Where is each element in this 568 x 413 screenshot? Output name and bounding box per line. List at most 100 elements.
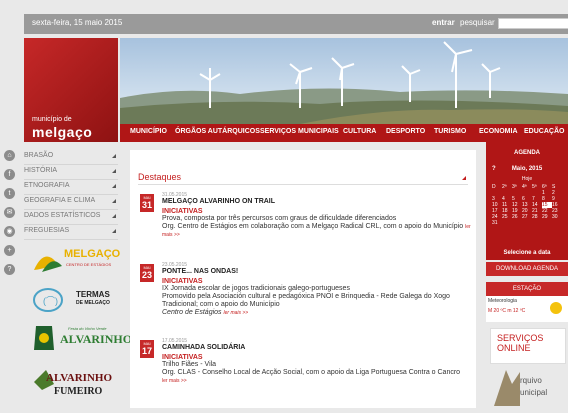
calendar-day[interactable]: 25	[502, 214, 512, 220]
news-text: Prova, composta por três percursos com g…	[162, 215, 397, 222]
arrow-icon	[112, 214, 116, 218]
partner-sub: DE MELGAÇO	[76, 300, 110, 306]
social-icons: ⌂ f t ✉ ◉ + ?	[4, 150, 18, 283]
logo[interactable]: município de melgaço	[24, 38, 118, 142]
partner-name: ALVARINHO	[60, 332, 133, 346]
sidebar-item-historia[interactable]: HISTÓRIA	[24, 165, 118, 180]
partner-logos: MELGAÇO CENTRO DE ESTÁGIOS (⌒) TERMAS DE…	[24, 240, 132, 400]
rss-icon[interactable]: ◉	[4, 226, 15, 237]
arrow-icon	[112, 154, 116, 158]
facebook-icon[interactable]: f	[4, 169, 15, 180]
weather-temps: M 20 ºC m 12 ºC	[488, 308, 526, 314]
sidebar-item-dados[interactable]: DADOS ESTATÍSTICOS	[24, 210, 118, 225]
news-title[interactable]: MELGAÇO ALVARINHO ON TRAIL	[162, 198, 472, 205]
section-heading: Destaques	[138, 172, 182, 182]
news-text: Trilho Fiães - Vila	[162, 361, 217, 368]
calendar-month: ? Maio, 2015	[486, 166, 568, 172]
logo-title: melgaço	[32, 124, 93, 140]
arquivo-line1: rquivo	[520, 376, 542, 385]
news-text: Centro de Estágios ler mais >>	[162, 309, 472, 317]
read-more-link[interactable]: ler mais >>	[224, 310, 249, 316]
share-icon[interactable]: +	[4, 245, 15, 256]
arrow-icon	[112, 169, 116, 173]
servicos-line1: SERVIÇOS	[497, 333, 544, 343]
news-title[interactable]: PONTE... NAS ONDAS!	[162, 268, 472, 275]
current-date: sexta-feira, 15 maio 2015	[32, 18, 123, 27]
today-button[interactable]: Hoje	[486, 176, 568, 182]
partner-sub: CENTRO DE ESTÁGIOS	[66, 262, 112, 267]
news-title[interactable]: CAMINHADA SOLIDÁRIA	[162, 344, 472, 351]
partner-melgaco-centro[interactable]: MELGAÇO CENTRO DE ESTÁGIOS	[24, 240, 121, 280]
sun-icon	[550, 302, 562, 314]
calendar-day[interactable]: 29	[542, 214, 552, 220]
servicos-online-banner[interactable]: SERVIÇOS ONLINE	[490, 328, 566, 364]
hero-banner	[120, 38, 568, 124]
arquivo-municipal-banner[interactable]: rquivo unicipal	[490, 366, 568, 408]
twitter-icon[interactable]: t	[4, 188, 15, 199]
read-more-link[interactable]: ler mais >>	[162, 378, 187, 384]
agenda-calendar: AGENDA ? Maio, 2015 Hoje D 2ª 3ª 4ª 5ª 6ª S 12…	[486, 142, 568, 260]
weather-widget[interactable]: Meteorologia M 20 ºC m 12 ºC	[486, 296, 568, 322]
date-day: 23	[141, 270, 152, 280]
date-badge: MAI 23	[140, 264, 154, 282]
date-badge: MAI 31	[140, 194, 154, 212]
svg-text:(⌒): (⌒)	[43, 296, 58, 306]
search-input[interactable]	[498, 18, 568, 29]
news-category: INICIATIVAS	[162, 354, 203, 361]
partner-name: ALVARINHO	[46, 372, 113, 384]
nav-servicos-municipais[interactable]: SERVIÇOS MUNICIPAIS	[260, 128, 339, 135]
week-row: 24 25 26 27 28 29 30	[492, 214, 568, 220]
nav-economia[interactable]: ECONOMIA	[479, 128, 518, 135]
calendar-day[interactable]: 30	[552, 214, 562, 220]
sidebar-item-label: BRASÃO	[24, 152, 54, 159]
nav-turismo[interactable]: TURISMO	[434, 128, 466, 135]
calendar-day[interactable]: 27	[522, 214, 532, 220]
partner-name: TERMAS	[76, 290, 110, 299]
news-text: Org. Centro de Estágios em colaboração c…	[162, 223, 472, 239]
logo-subtitle: município de	[32, 116, 72, 123]
calendar-day[interactable]: 31	[492, 220, 502, 226]
nav-municipio[interactable]: MUNICÍPIO	[130, 128, 167, 135]
arrow-icon	[112, 184, 116, 188]
news-text: Promovido pela Asociación cultural e ped…	[162, 293, 450, 308]
email-icon[interactable]: ✉	[4, 207, 15, 218]
main-nav: MUNICÍPIO ÓRGÃOS AUTÁRQUICOS SERVIÇOS MU…	[120, 124, 568, 142]
sidebar-item-label: FREGUESIAS	[24, 227, 70, 234]
nav-desporto[interactable]: DESPORTO	[386, 128, 425, 135]
date-badge: MAI 17	[140, 340, 154, 358]
home-icon[interactable]: ⌂	[4, 150, 15, 161]
news-category: INICIATIVAS	[162, 278, 203, 285]
estacao-button[interactable]: ESTAÇÃO	[486, 282, 568, 296]
sidebar-item-label: GEOGRAFIA E CLIMA	[24, 197, 96, 204]
sidebar-item-brasao[interactable]: BRASÃO	[24, 150, 118, 165]
date-day: 31	[141, 200, 152, 210]
partner-termas[interactable]: (⌒) TERMAS DE MELGAÇO	[24, 280, 118, 320]
weather-label: Meteorologia	[488, 298, 517, 304]
login-link[interactable]: entrar	[432, 18, 455, 27]
top-bar: sexta-feira, 15 maio 2015 entrar pesquis…	[24, 14, 568, 34]
calendar-grid: D 2ª 3ª 4ª 5ª 6ª S 12 3456789 10 11 12 13 14 15 16 1…	[492, 184, 568, 226]
nav-educacao[interactable]: EDUCAÇÃO	[524, 128, 564, 135]
date-day: 17	[141, 346, 152, 356]
download-agenda-button[interactable]: DOWNLOAD AGENDA	[486, 262, 568, 276]
arquivo-logo-icon	[494, 370, 520, 406]
main-content: Destaques MAI 31 31.05.2015 MELGAÇO ALVA…	[130, 150, 476, 408]
partner-festa-alvarinho[interactable]: Festa do Vinho Verde ALVARINHO	[24, 320, 132, 360]
calendar-month-label: Maio, 2015	[511, 166, 543, 172]
partner-name: MELGAÇO	[64, 248, 121, 260]
calendar-day[interactable]: 26	[512, 214, 522, 220]
sidebar-menu: BRASÃO HISTÓRIA ETNOGRAFIA GEOGRAFIA E C…	[24, 150, 118, 240]
news-text: IX Jornada escolar de jogos tradicionais…	[162, 285, 350, 292]
nav-orgaos-autarquicos[interactable]: ÓRGÃOS AUTÁRQUICOS	[175, 128, 260, 135]
partner-alvarinho-fumeiro[interactable]: ALVARINHO FUMEIRO	[24, 360, 118, 400]
news-text-line: Centro de Estágios	[162, 309, 222, 316]
sidebar-item-geografia[interactable]: GEOGRAFIA E CLIMA	[24, 195, 118, 210]
sidebar-item-freguesias[interactable]: FREGUESIAS	[24, 225, 118, 240]
sidebar-item-etnografia[interactable]: ETNOGRAFIA	[24, 180, 118, 195]
nav-cultura[interactable]: CULTURA	[343, 128, 376, 135]
prev-month-button[interactable]: ?	[492, 166, 496, 172]
calendar-day[interactable]: 28	[532, 214, 542, 220]
arrow-icon	[462, 176, 466, 180]
select-date-label: Selecione a data	[503, 250, 551, 256]
help-icon[interactable]: ?	[4, 264, 15, 275]
